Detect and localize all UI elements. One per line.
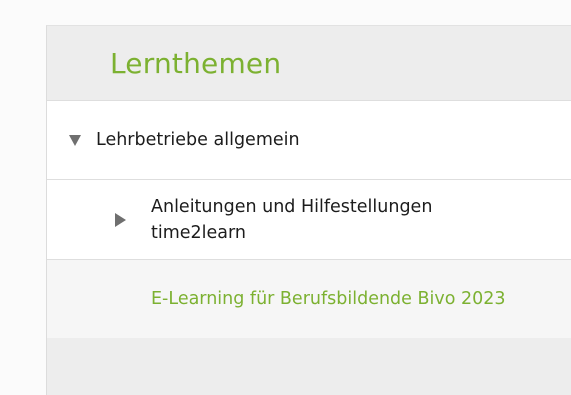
tree-item-lehrbetriebe[interactable]: Lehrbetriebe allgemein bbox=[47, 100, 571, 179]
tree-item-anleitungen[interactable]: Anleitungen und Hilfestellungen time2lea… bbox=[47, 179, 571, 259]
topics-panel: Lernthemen Lehrbetriebe allgemein Anleit… bbox=[46, 25, 571, 395]
triangle-right-icon[interactable] bbox=[115, 212, 126, 227]
triangle-down-icon[interactable] bbox=[69, 134, 81, 146]
tree-item-label: Lehrbetriebe allgemein bbox=[96, 130, 300, 150]
tree-item-e-learning[interactable]: E-Learning für Berufsbildende Bivo 2023 bbox=[47, 259, 571, 338]
panel-header: Lernthemen bbox=[47, 26, 571, 100]
tree-item-label: E-Learning für Berufsbildende Bivo 2023 bbox=[151, 289, 506, 309]
tree-item-label: Anleitungen und Hilfestellungen time2lea… bbox=[151, 196, 433, 243]
panel-title: Lernthemen bbox=[110, 46, 282, 80]
